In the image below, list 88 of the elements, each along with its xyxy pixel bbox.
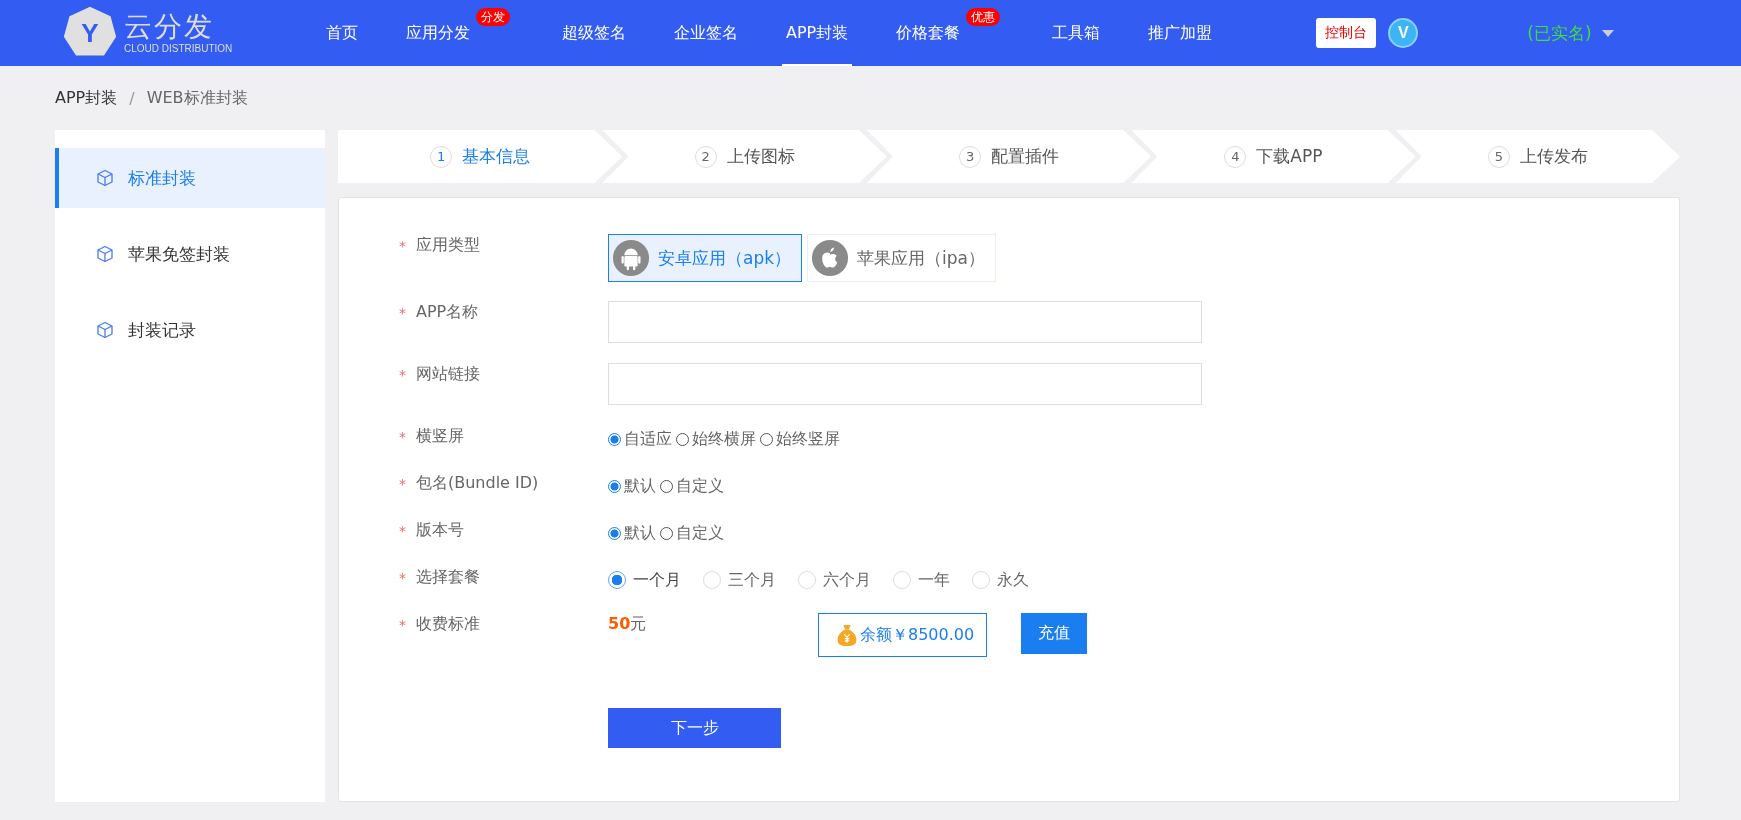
radio-button[interactable] [608,479,621,493]
radio-option[interactable]: 默认 [608,475,656,497]
radio-label: 默认 [624,475,656,497]
radio-button[interactable] [608,526,621,540]
radio-label: 永久 [997,569,1029,591]
radio-option[interactable]: 一年 [893,569,950,591]
radio-button[interactable] [660,526,673,540]
nav-badge: 优惠 [966,8,1001,26]
logo-title: 云分发 [124,11,215,43]
cube-icon [96,169,114,187]
radio-option[interactable]: 自定义 [660,522,724,544]
radio-button[interactable] [608,432,621,446]
required-mark: * [399,237,407,254]
field-label: 包名(Bundle ID) [416,472,539,494]
radio-label: 自适应 [624,428,672,450]
radio-button[interactable] [676,432,689,446]
radio-label: 始终竖屏 [776,428,840,450]
radio-button[interactable] [608,571,626,589]
field-label: 收费标准 [416,613,480,635]
breadcrumb-separator: / [129,88,135,108]
field-label: 选择套餐 [416,566,480,588]
android-icon [612,239,650,277]
price-text: 50元 [608,613,648,635]
text-input[interactable] [608,363,1202,405]
nav-link[interactable]: 应用分发 [402,0,474,66]
nav-link[interactable]: APP封装 [782,0,853,66]
radio-label: 一个月 [633,569,681,591]
breadcrumb-item: WEB标准封装 [146,87,248,109]
radio-label: 三个月 [728,569,776,591]
field-label: 版本号 [416,519,464,541]
cube-icon [96,245,114,263]
required-mark: * [399,569,407,586]
radio-option[interactable]: 自适应 [608,428,672,450]
radio-label: 默认 [624,522,656,544]
radio-label: 一年 [918,569,950,591]
nav-link[interactable]: 价格套餐 [892,0,965,66]
step-label: 配置插件 [991,145,1059,168]
step-label: 基本信息 [462,145,531,168]
balance-text: 余额￥8500.00 [860,624,975,646]
nav-link[interactable]: 超级签名 [558,0,630,66]
nav-link[interactable]: 推广加盟 [1144,0,1217,66]
radio-button[interactable] [660,479,673,493]
step-label: 上传发布 [1519,145,1588,168]
required-mark: * [399,428,407,445]
radio-label: 六个月 [823,569,871,591]
cube-icon [96,321,114,339]
apple-icon [811,239,850,277]
required-mark: * [399,616,407,633]
caret-icon[interactable] [1601,29,1614,37]
radio-label: 自定义 [676,475,724,497]
sidebar-item[interactable]: 苹果免签封装 [55,224,325,284]
nav-link[interactable]: 工具箱 [1048,0,1105,66]
radio-label: 始终横屏 [692,428,756,450]
sidebar-item[interactable]: 标准封装 [55,148,325,208]
logo-letter: Y [80,18,100,49]
app-type-option[interactable]: 苹果应用（ipa） [807,234,996,282]
radio-option[interactable]: 始终横屏 [676,428,756,450]
recharge-button[interactable]: 充值 [1021,613,1088,654]
nav-badge: 分发 [476,8,510,26]
radio-option[interactable]: 六个月 [798,569,871,591]
step-label: 下载APP [1256,145,1323,168]
field-label: 应用类型 [416,234,480,256]
field-label: 网站链接 [416,363,480,385]
logo-subtitle: CLOUD DISTRIBUTION [124,43,233,55]
text-input[interactable] [608,301,1202,343]
radio-option[interactable]: 始终竖屏 [760,428,840,450]
nav-link[interactable]: 企业签名 [670,0,742,66]
field-label: 横竖屏 [416,425,464,447]
app-type-option[interactable]: 安卓应用（apk） [608,234,803,282]
next-step-button[interactable]: 下一步 [608,708,781,748]
breadcrumb-item[interactable]: APP封装 [55,87,118,109]
radio-option[interactable]: 一个月 [608,569,681,591]
required-mark: * [399,475,407,492]
radio-label: 自定义 [676,522,724,544]
step-label: 上传图标 [726,145,795,168]
money-bag-icon [836,623,858,647]
console-button[interactable]: 控制台 [1316,18,1377,48]
required-mark: * [399,522,407,539]
radio-option[interactable]: 自定义 [660,475,724,497]
radio-option[interactable]: 默认 [608,522,656,544]
nav-link[interactable]: 首页 [322,0,362,66]
required-mark: * [399,366,407,383]
radio-button[interactable] [760,432,773,446]
sidebar-item[interactable]: 封装记录 [55,300,325,360]
required-mark: * [399,304,407,321]
radio-option[interactable]: 永久 [972,569,1029,591]
radio-option[interactable]: 三个月 [703,569,776,591]
field-label: APP名称 [416,301,479,323]
